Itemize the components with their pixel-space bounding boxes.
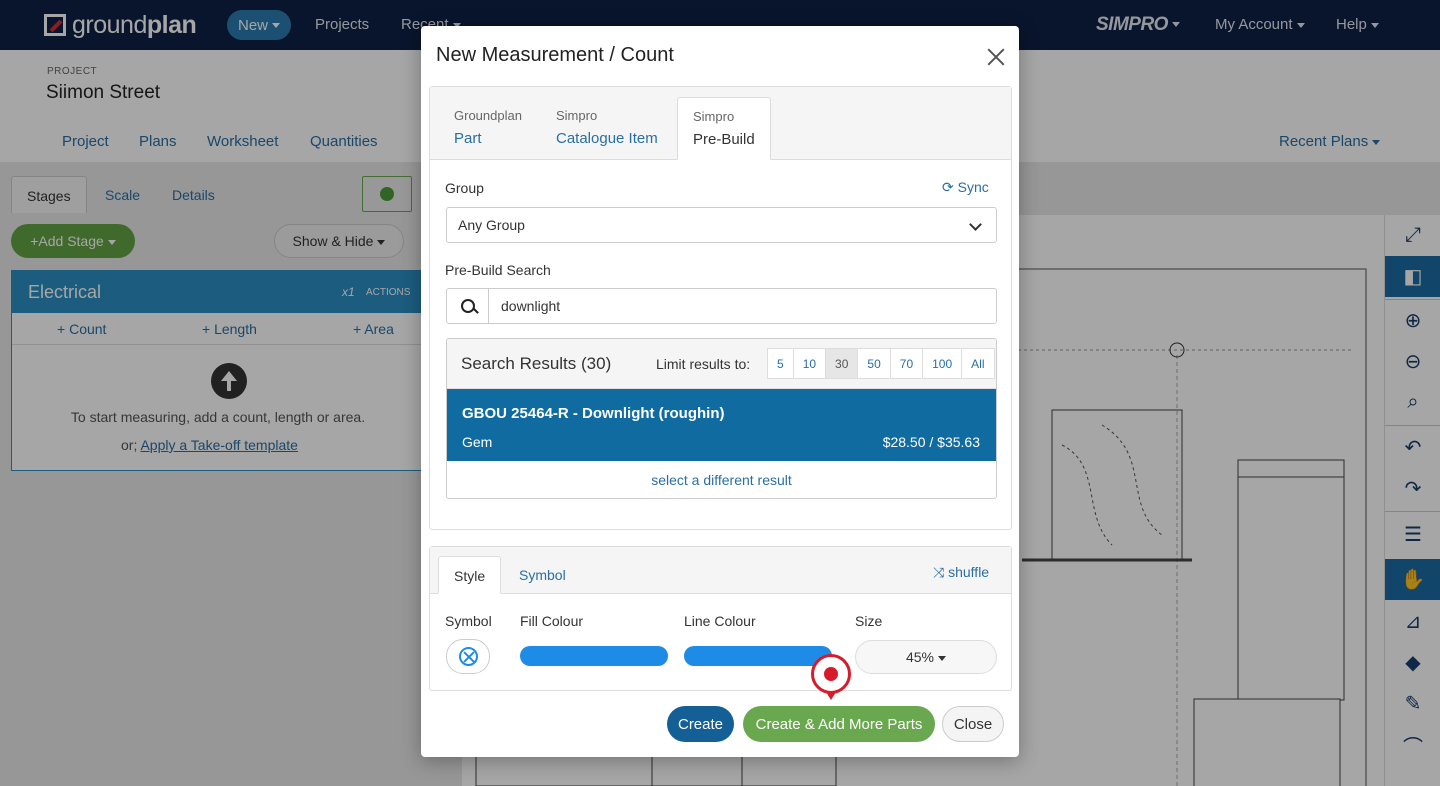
tab-groundplan-part-bottom: Part	[454, 130, 482, 147]
tab-groundplan-part[interactable]: Groundplan Part	[439, 97, 537, 160]
line-colour-swatch[interactable]	[684, 646, 832, 666]
tab-simpro-prebuild-top: Simpro	[693, 109, 735, 124]
sync-icon: ⟳	[942, 179, 954, 195]
create-add-more-button[interactable]: Create & Add More Parts	[743, 706, 935, 742]
fill-colour-swatch[interactable]	[520, 646, 668, 666]
size-label: Size	[855, 613, 883, 629]
new-measurement-dialog: New Measurement / Count Groundplan Part …	[421, 26, 1019, 757]
group-label: Group	[445, 180, 484, 196]
limit-label: Limit results to:	[656, 356, 751, 372]
prebuild-search-label: Pre-Build Search	[445, 262, 551, 278]
group-select[interactable]: Any Group	[446, 207, 997, 243]
limit-70-button[interactable]: 70	[890, 348, 924, 379]
symbol-picker-button[interactable]	[446, 639, 490, 674]
result-brand: Gem	[462, 434, 493, 450]
shuffle-icon: ⤨	[933, 564, 945, 580]
result-price: $28.50 / $35.63	[882, 434, 980, 450]
create-button[interactable]: Create	[667, 706, 734, 742]
sync-button[interactable]: ⟳ Sync	[942, 179, 989, 196]
result-name: GBOU 25464-R - Downlight (roughin)	[462, 405, 725, 422]
line-colour-label: Line Colour	[684, 613, 756, 629]
crossed-circle-icon	[459, 647, 478, 666]
tab-simpro-catalogue-bottom: Catalogue Item	[556, 130, 658, 147]
search-icon[interactable]	[447, 289, 489, 323]
limit-5-button[interactable]: 5	[767, 348, 794, 379]
size-dropdown[interactable]: 45%	[855, 640, 997, 674]
symbol-label: Symbol	[445, 613, 492, 629]
tab-simpro-prebuild-bottom: Pre-Build	[693, 131, 755, 148]
close-icon[interactable]	[987, 48, 1005, 66]
item-source-panel: Groundplan Part Simpro Catalogue Item Si…	[429, 86, 1012, 530]
results-header: Search Results (30) Limit results to: 5 …	[447, 339, 996, 389]
limit-100-button[interactable]: 100	[923, 348, 963, 379]
limit-50-button[interactable]: 50	[858, 348, 891, 379]
limit-10-button[interactable]: 10	[793, 348, 827, 379]
dialog-title: New Measurement / Count	[436, 44, 674, 66]
tab-simpro-catalogue-top: Simpro	[556, 108, 598, 123]
limit-30-button[interactable]: 30	[826, 348, 859, 379]
search-results: Search Results (30) Limit results to: 5 …	[446, 338, 997, 499]
select-different-result-link[interactable]: select a different result	[447, 461, 996, 498]
location-pin-icon	[811, 654, 851, 700]
tab-style[interactable]: Style	[438, 556, 502, 594]
limit-all-button[interactable]: All	[962, 348, 995, 379]
shuffle-label: shuffle	[948, 564, 990, 580]
tab-simpro-prebuild[interactable]: Simpro Pre-Build	[677, 97, 771, 160]
sync-label: Sync	[957, 179, 989, 195]
prebuild-search-box	[446, 288, 997, 324]
close-button[interactable]: Close	[942, 706, 1004, 742]
limit-button-group: 5 10 30 50 70 100 All	[767, 348, 995, 379]
fill-colour-label: Fill Colour	[520, 613, 584, 629]
shuffle-button[interactable]: ⤨ shuffle	[933, 564, 989, 581]
results-title: Search Results (30)	[461, 354, 612, 373]
tab-symbol[interactable]: Symbol	[504, 556, 581, 594]
style-tabs: Style Symbol ⤨ shuffle	[430, 547, 1011, 594]
tab-simpro-catalogue[interactable]: Simpro Catalogue Item	[541, 97, 673, 160]
prebuild-search-input[interactable]	[490, 289, 995, 323]
source-tabs: Groundplan Part Simpro Catalogue Item Si…	[430, 87, 1011, 160]
style-panel: Style Symbol ⤨ shuffle Symbol Fill Colou…	[429, 546, 1012, 691]
tab-groundplan-part-top: Groundplan	[454, 108, 522, 123]
selected-result[interactable]: GBOU 25464-R - Downlight (roughin) Gem $…	[447, 389, 996, 461]
